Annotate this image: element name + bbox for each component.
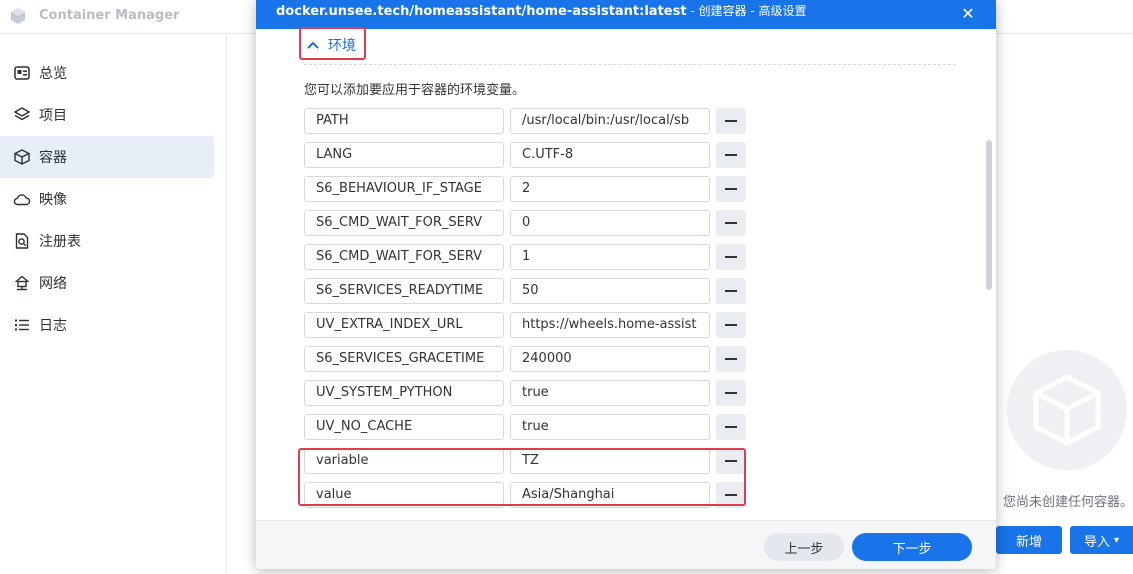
project-icon [13,106,31,124]
dialog-image-name: docker.unsee.tech/homeassistant/home-ass… [276,4,687,19]
env-key-input[interactable]: S6_SERVICES_GRACETIME [304,346,504,372]
container-manager-logo-icon [11,8,25,24]
highlight-box-section [299,27,366,60]
previous-step-button[interactable]: 上一步 [764,533,844,561]
sidebar: 总览 项目 容器 映像 注册表 网络 日志 [0,34,227,574]
sidebar-item-label: 总览 [39,66,67,82]
env-key-input[interactable]: PATH [304,108,504,134]
sidebar-item-project[interactable]: 项目 [0,94,214,136]
env-key-input[interactable]: S6_CMD_WAIT_FOR_SERV [304,244,504,270]
env-key-input[interactable]: S6_SERVICES_READYTIME [304,278,504,304]
sidebar-item-label: 日志 [39,318,67,334]
remove-row-button[interactable] [716,108,746,134]
dialog-footer: 上一步 下一步 [256,520,996,569]
remove-row-button[interactable] [716,380,746,406]
create-container-dialog: docker.unsee.tech/homeassistant/home-ass… [256,0,996,569]
env-value-input[interactable]: 50 [510,278,710,304]
container-icon [13,148,31,166]
env-value-input[interactable]: 240000 [510,346,710,372]
remove-row-button[interactable] [716,278,746,304]
dialog-header: docker.unsee.tech/homeassistant/home-ass… [256,0,996,29]
remove-row-button[interactable] [716,414,746,440]
env-value-input[interactable]: /usr/local/bin:/usr/local/sb [510,108,710,134]
section-divider [304,64,956,65]
log-icon [13,316,31,334]
registry-icon [13,232,31,250]
next-step-button[interactable]: 下一步 [852,533,972,561]
new-button[interactable]: 新增 [996,526,1062,554]
empty-container-illustration [1007,350,1127,470]
sidebar-item-container[interactable]: 容器 [0,136,214,178]
remove-row-button[interactable] [716,346,746,372]
dialog-title: docker.unsee.tech/homeassistant/home-ass… [276,2,806,19]
env-key-input[interactable]: LANG [304,142,504,168]
env-value-input[interactable]: true [510,414,710,440]
sidebar-item-overview[interactable]: 总览 [0,52,214,94]
env-value-input[interactable]: C.UTF-8 [510,142,710,168]
remove-row-button[interactable] [716,210,746,236]
remove-row-button[interactable] [716,142,746,168]
remove-row-button[interactable] [716,244,746,270]
dialog-subtitle: - 创建容器 - 高级设置 [686,4,807,18]
highlight-box-new-variable [298,448,746,506]
empty-box-icon [1033,374,1101,446]
close-icon[interactable]: ✕ [958,4,978,24]
chevron-down-icon: ▾ [1113,534,1120,546]
dialog-scrollbar[interactable] [986,140,992,290]
environment-description: 您可以添加要应用于容器的环境变量。 [304,83,526,98]
sidebar-item-label: 项目 [39,108,67,124]
sidebar-item-label: 容器 [39,150,67,166]
remove-row-button[interactable] [716,312,746,338]
sidebar-item-log[interactable]: 日志 [0,304,214,346]
env-key-input[interactable]: UV_SYSTEM_PYTHON [304,380,504,406]
import-button-label: 导入 [1083,534,1110,550]
env-value-input[interactable]: 0 [510,210,710,236]
sidebar-item-network[interactable]: 网络 [0,262,214,304]
env-value-input[interactable]: https://wheels.home-assist [510,312,710,338]
env-key-input[interactable]: S6_CMD_WAIT_FOR_SERV [304,210,504,236]
env-key-input[interactable]: UV_NO_CACHE [304,414,504,440]
network-icon [13,274,31,292]
sidebar-item-label: 注册表 [39,234,81,250]
env-value-input[interactable]: 1 [510,244,710,270]
remove-row-button[interactable] [716,176,746,202]
sidebar-item-label: 映像 [39,192,67,208]
sidebar-item-label: 网络 [39,276,67,292]
sidebar-item-image[interactable]: 映像 [0,178,214,220]
empty-state-text: 您尚未创建任何容器。 [1003,495,1133,510]
env-key-input[interactable]: UV_EXTRA_INDEX_URL [304,312,504,338]
app-title: Container Manager [39,8,180,23]
sidebar-item-registry[interactable]: 注册表 [0,220,214,262]
import-button[interactable]: 导入 ▾ [1070,526,1133,554]
overview-icon [13,64,31,82]
env-value-input[interactable]: true [510,380,710,406]
image-cloud-icon [13,190,31,208]
env-key-input[interactable]: S6_BEHAVIOUR_IF_STAGE [304,176,504,202]
env-value-input[interactable]: 2 [510,176,710,202]
